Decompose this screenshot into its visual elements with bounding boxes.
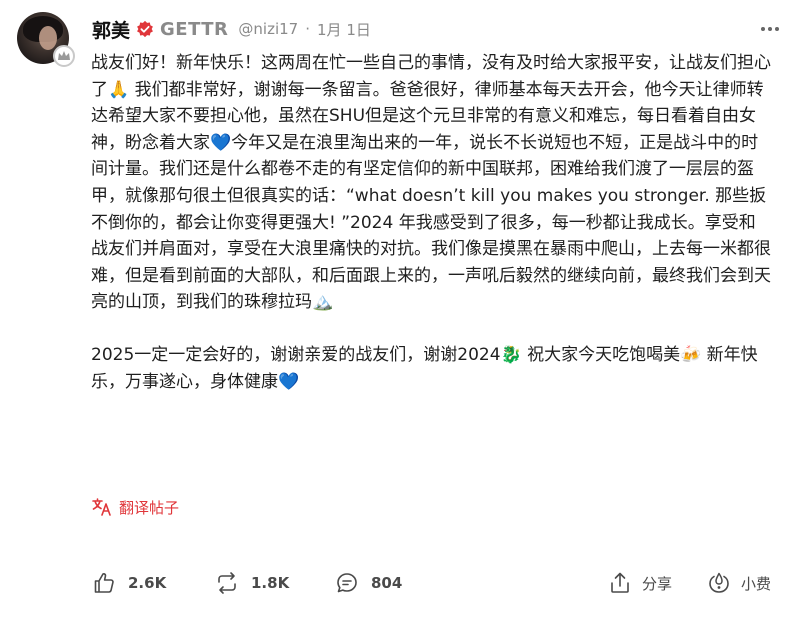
repost-count: 1.8K	[251, 574, 290, 592]
more-dot-icon	[775, 27, 779, 31]
translate-post-label: 翻译帖子	[119, 498, 180, 517]
comment-icon	[337, 573, 357, 593]
share-label: 分享	[642, 574, 673, 593]
repost-button[interactable]: 1.8K	[215, 566, 289, 600]
share-icon	[611, 572, 629, 593]
translate-post-button[interactable]: 翻译帖子	[92, 495, 179, 519]
comment-count: 804	[371, 574, 403, 592]
translate-icon	[92, 498, 111, 516]
author-name[interactable]: 郭美	[92, 16, 130, 43]
share-button[interactable]: 分享	[608, 566, 672, 600]
repost-icon	[218, 572, 236, 594]
action-bar: 2.6K 1.8K 804 分享 小费	[0, 566, 800, 600]
post-paragraph: 战友们好！新年快乐！这两周在忙一些自己的事情，没有及时给大家报平安，让战友们担心…	[91, 53, 771, 313]
post-header: 郭美 GETTR @nizi17 · 1月 1日	[92, 16, 371, 42]
post-body: 战友们好！新年快乐！这两周在忙一些自己的事情，没有及时给大家报平安，让战友们担心…	[91, 50, 771, 395]
thumbs-up-icon	[94, 573, 114, 593]
tip-label: 小费	[741, 574, 772, 593]
tip-icon	[709, 572, 729, 593]
more-dot-icon	[768, 27, 772, 31]
author-handle[interactable]: @nizi17	[238, 20, 298, 38]
like-button[interactable]: 2.6K	[92, 566, 166, 600]
post-card: 郭美 GETTR @nizi17 · 1月 1日 战友们好！新年快乐！这两周在忙…	[0, 0, 800, 628]
like-count: 2.6K	[128, 574, 167, 592]
separator-dot: ·	[305, 20, 311, 38]
verified-badge-icon	[136, 20, 154, 38]
tip-button[interactable]: 小费	[707, 566, 771, 600]
post-date[interactable]: 1月 1日	[317, 19, 371, 40]
more-dot-icon	[761, 27, 765, 31]
platform-name: GETTR	[160, 18, 229, 40]
rank-badge-icon	[53, 45, 75, 67]
more-options-button[interactable]	[752, 16, 788, 42]
post-paragraph: 2025一定一定会好的，谢谢亲爱的战友们，谢谢2024🐉 祝大家今天吃饱喝美🍻 …	[91, 344, 758, 392]
comment-button[interactable]: 804	[335, 566, 402, 600]
